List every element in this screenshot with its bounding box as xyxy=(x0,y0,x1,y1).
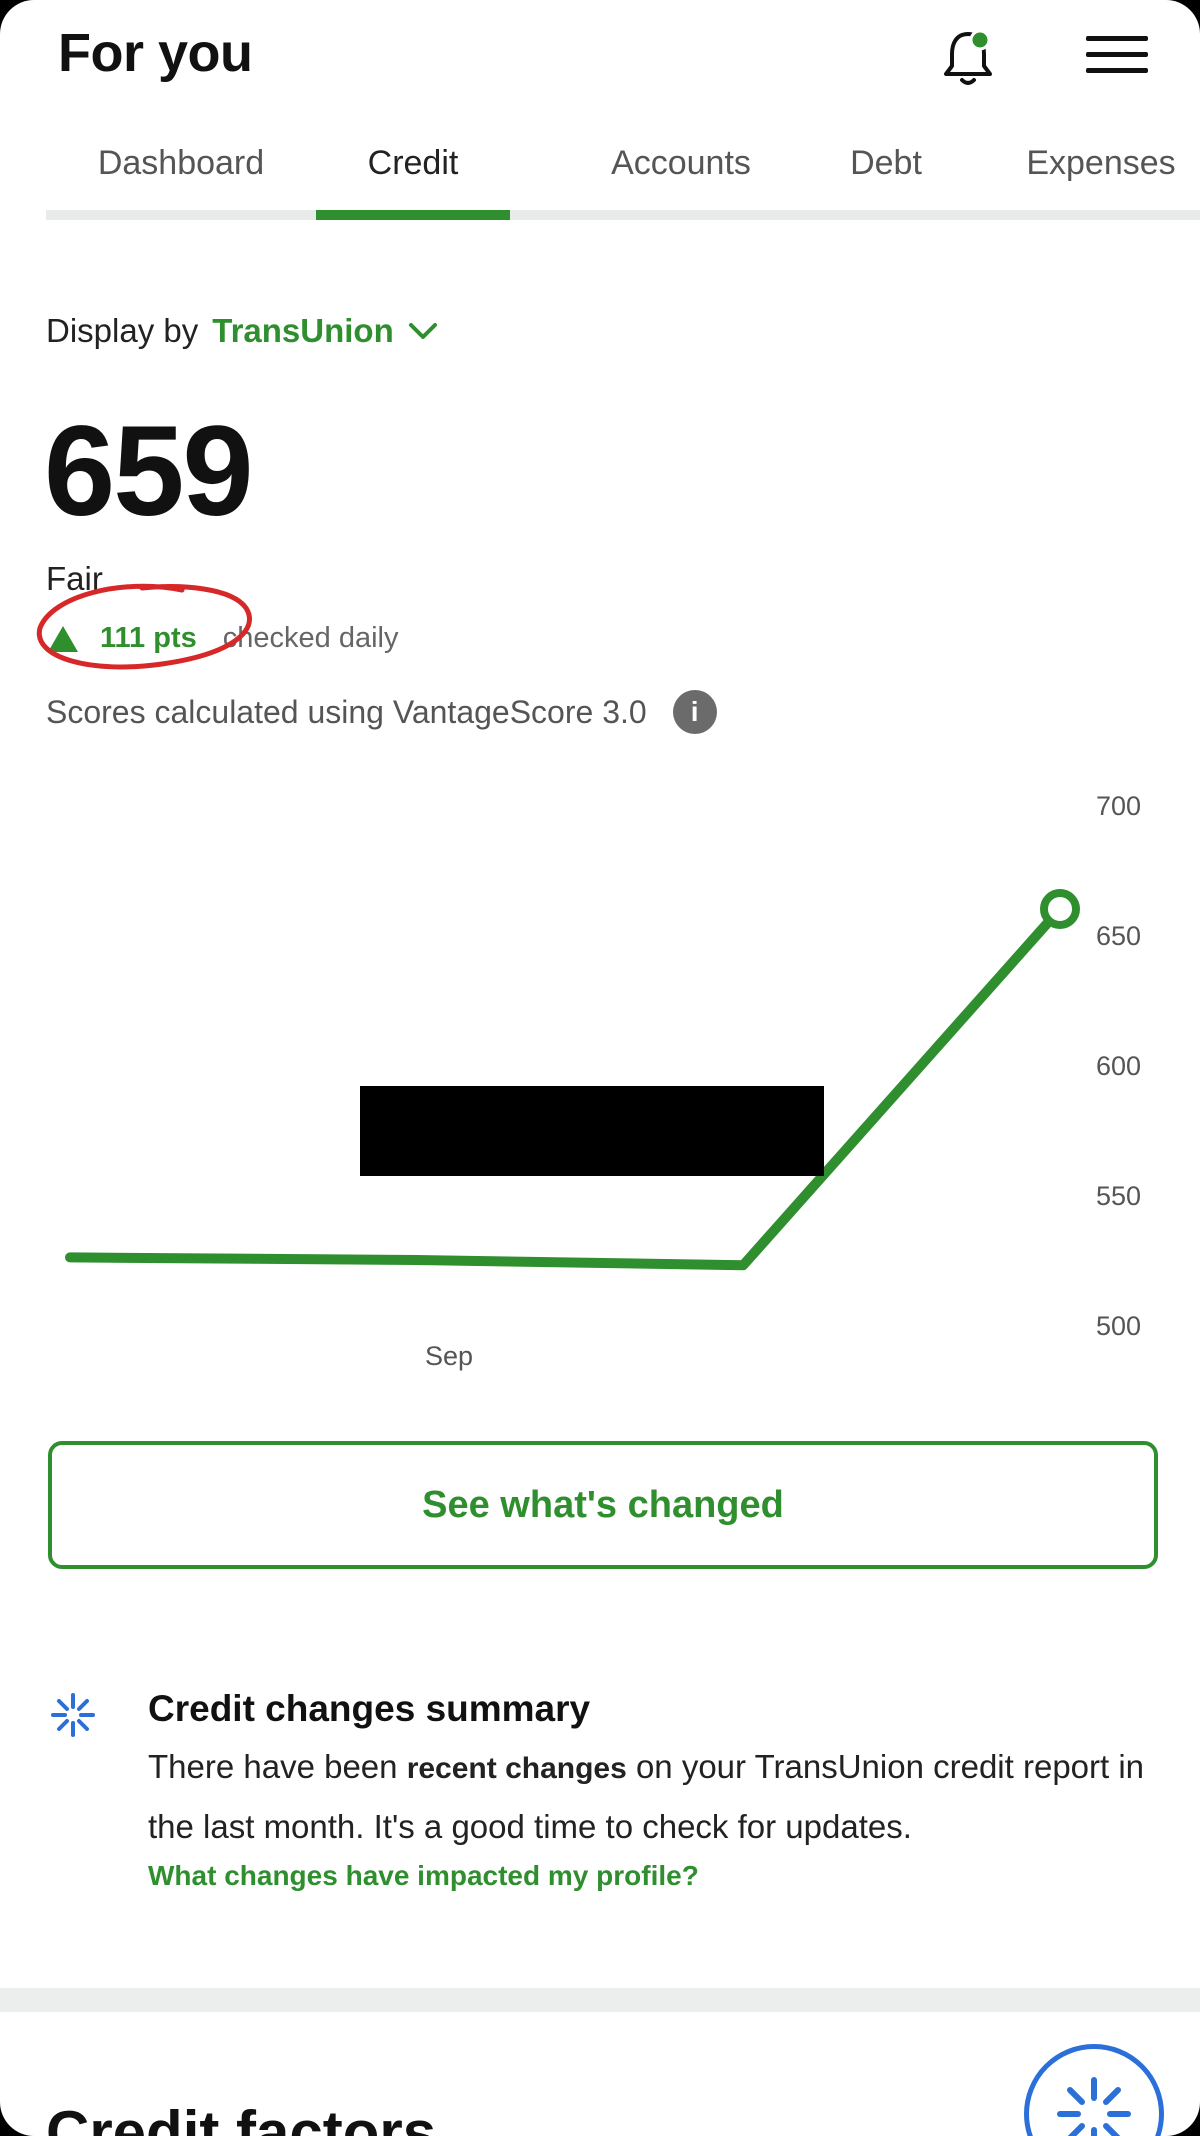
score-history-chart: 700 650 600 550 500 Sep xyxy=(65,791,1141,1371)
summary-body-bold: recent changes xyxy=(406,1752,627,1785)
tab-dashboard[interactable]: Dashboard xyxy=(46,140,316,218)
credit-factors-heading: Credit factors xyxy=(46,2099,437,2136)
summary-title: Credit changes summary xyxy=(148,1688,591,1729)
y-tick-label: 700 xyxy=(1096,791,1141,821)
tab-accounts[interactable]: Accounts xyxy=(546,140,816,218)
tab-expenses[interactable]: Expenses xyxy=(966,140,1200,218)
sparkle-burst-icon xyxy=(51,1693,95,1737)
y-tick-label: 600 xyxy=(1096,1051,1141,1081)
display-by-label: Display by xyxy=(46,312,199,349)
chevron-down-icon xyxy=(408,323,437,339)
bureau-selected-value: TransUnion xyxy=(212,312,394,349)
x-tick-label: Sep xyxy=(425,1341,473,1371)
hamburger-menu-icon[interactable] xyxy=(1084,30,1150,80)
page-title: For you xyxy=(58,23,253,83)
bureau-dropdown[interactable]: TransUnion xyxy=(212,312,438,350)
y-tick-label: 500 xyxy=(1096,1311,1141,1341)
score-change-note: checked daily xyxy=(222,622,399,654)
assistant-burst-icon xyxy=(1057,2077,1131,2136)
summary-body: There have been recent changes on your T… xyxy=(148,1738,1168,1856)
app-screen: For you Dashboard Credit Accounts Debt E… xyxy=(0,0,1200,2136)
summary-body-prefix: There have been xyxy=(148,1748,407,1785)
score-model-text: Scores calculated using VantageScore 3.0 xyxy=(46,693,647,730)
credit-score-value: 659 xyxy=(44,400,254,543)
score-change-row: 111 pts checked daily xyxy=(46,622,398,655)
tab-debt[interactable]: Debt xyxy=(786,140,986,218)
score-change-points: 111 pts xyxy=(100,622,197,654)
latest-score-marker[interactable] xyxy=(1040,889,1080,929)
score-rating: Fair xyxy=(46,560,103,597)
display-by-row: Display by TransUnion xyxy=(46,312,438,350)
redaction-block xyxy=(360,1086,824,1176)
see-whats-changed-button[interactable]: See what's changed xyxy=(48,1441,1158,1569)
tab-bar: Dashboard Credit Accounts Debt Expenses xyxy=(46,140,1200,222)
up-triangle-icon xyxy=(48,625,78,652)
info-icon[interactable]: i xyxy=(672,690,717,734)
tab-rail xyxy=(46,210,1200,220)
assistant-fab-button[interactable] xyxy=(1024,2044,1164,2136)
y-tick-label: 650 xyxy=(1096,921,1141,951)
y-tick-label: 550 xyxy=(1096,1181,1141,1211)
score-model-line: Scores calculated using VantageScore 3.0… xyxy=(46,690,717,734)
impact-profile-link[interactable]: What changes have impacted my profile? xyxy=(148,1860,699,1892)
bell-with-dot-icon[interactable] xyxy=(940,26,996,88)
tab-active-indicator xyxy=(316,210,510,220)
section-divider xyxy=(0,1988,1200,2012)
tab-credit[interactable]: Credit xyxy=(316,140,510,218)
